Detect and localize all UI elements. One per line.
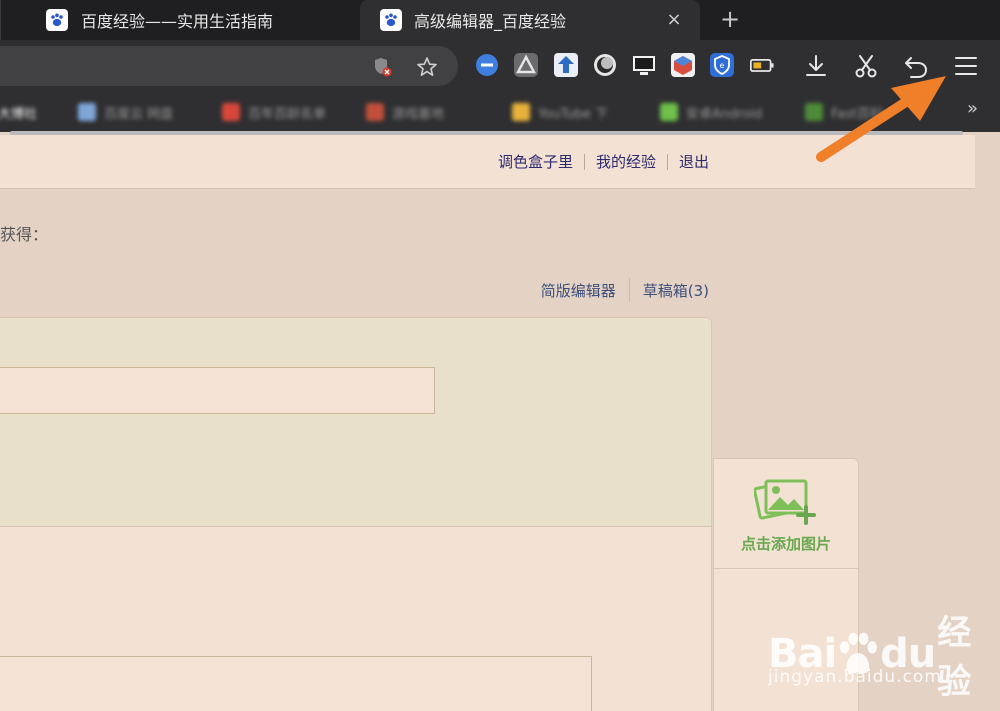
monitor-icon[interactable]	[632, 53, 656, 77]
bookmark-label: 百度云 网盘	[104, 106, 174, 122]
add-image-button[interactable]: 点击添加图片	[714, 459, 858, 569]
my-experience-link[interactable]: 我的经验	[596, 151, 656, 172]
address-bar[interactable]	[0, 46, 458, 86]
bookmark-favicon-icon	[805, 103, 823, 121]
block-icon[interactable]	[475, 53, 499, 77]
close-icon[interactable]: ×	[664, 10, 684, 30]
editor-panel	[0, 317, 712, 711]
bookmark-item[interactable]: 游戏基地	[366, 100, 444, 124]
bookmark-favicon-icon	[366, 103, 384, 121]
shield-blocked-icon[interactable]	[372, 56, 394, 78]
username-link[interactable]: 调色盒子里	[498, 151, 573, 172]
page-content: 调色盒子里 我的经验 退出 获得： 简版编辑器 草稿箱(3) 点击添加图片 Ba…	[0, 135, 1000, 711]
add-image-label: 点击添加图片	[740, 535, 831, 553]
title-input[interactable]	[0, 367, 435, 414]
gain-text: 获得：	[0, 225, 49, 244]
new-tab-button[interactable]: +	[716, 6, 744, 34]
tab-baidu-jingyan[interactable]: 百度经验——实用生活指南	[0, 0, 360, 40]
tab-advanced-editor[interactable]: 高级编辑器_百度经验 ×	[360, 0, 700, 40]
bookmark-favicon-icon	[660, 103, 678, 121]
bookmark-label: 大博社	[0, 106, 38, 122]
divider	[666, 153, 668, 170]
moon-icon[interactable]	[593, 53, 617, 77]
download-box-icon[interactable]	[554, 53, 578, 77]
logout-link[interactable]: 退出	[679, 151, 709, 172]
baidu-paw-icon	[380, 9, 402, 31]
undo-icon[interactable]	[902, 52, 930, 80]
baidu-paw-icon	[46, 9, 68, 31]
user-bar: 调色盒子里 我的经验 退出	[0, 135, 975, 189]
tab-strip: 百度经验——实用生活指南 高级编辑器_百度经验 × +	[0, 0, 1000, 40]
bookmark-favicon-icon	[78, 103, 96, 121]
simple-editor-link[interactable]: 简版编辑器	[541, 280, 616, 301]
battery-icon[interactable]	[750, 53, 774, 77]
baidu-watermark-logo: Bai du 经验	[768, 605, 1000, 703]
tab-title: 高级编辑器_百度经验	[414, 12, 567, 31]
user-links: 调色盒子里 我的经验 退出	[498, 151, 709, 172]
cube-icon[interactable]	[671, 53, 695, 77]
bookmark-favicon-icon	[512, 103, 530, 121]
browser-toolbar: e	[0, 40, 1000, 92]
menu-icon[interactable]	[952, 52, 980, 80]
bookmark-item[interactable]: 百年百龄名单	[222, 100, 326, 124]
editor-links: 简版编辑器 草稿箱(3)	[541, 278, 709, 302]
title-section	[0, 318, 711, 527]
divider	[628, 278, 630, 302]
divider	[583, 153, 585, 170]
bookmark-item[interactable]: YouTube 下	[512, 100, 608, 124]
bookmark-label: 安卓Android	[686, 106, 763, 122]
add-image-icon	[754, 479, 816, 525]
watermark-brand-cn: 经验	[937, 613, 971, 702]
drafts-link[interactable]: 草稿箱(3)	[643, 280, 709, 301]
bookmarks-bar: 大博社 百度云 网盘 百年百龄名单 游戏基地 YouTube 下 安卓Andro…	[0, 92, 1000, 132]
bookmark-label: YouTube 下	[538, 106, 608, 122]
triangle-logo-icon[interactable]	[514, 53, 538, 77]
bookmark-label: 百年百龄名单	[248, 106, 327, 122]
shield-icon[interactable]: e	[710, 53, 734, 77]
svg-text:e: e	[720, 61, 725, 70]
bookmark-favicon-icon	[222, 103, 240, 121]
watermark-url: jingyan.baidu.com	[768, 667, 942, 687]
bookmark-item[interactable]: Fast百科	[805, 100, 883, 124]
bookmark-label: 游戏基地	[392, 106, 445, 122]
content-input[interactable]	[0, 656, 592, 711]
star-icon[interactable]	[416, 56, 438, 78]
bookmark-label: Fast百科	[831, 106, 884, 122]
scissors-icon[interactable]	[852, 52, 880, 80]
bookmarks-more-button[interactable]: »	[967, 98, 978, 119]
bookmark-item[interactable]: 大博社	[0, 100, 37, 124]
download-icon[interactable]	[802, 52, 830, 80]
bookmark-item[interactable]: 安卓Android	[660, 100, 762, 124]
tab-title: 百度经验——实用生活指南	[81, 12, 274, 31]
bookmark-item[interactable]: 百度云 网盘	[78, 100, 173, 124]
